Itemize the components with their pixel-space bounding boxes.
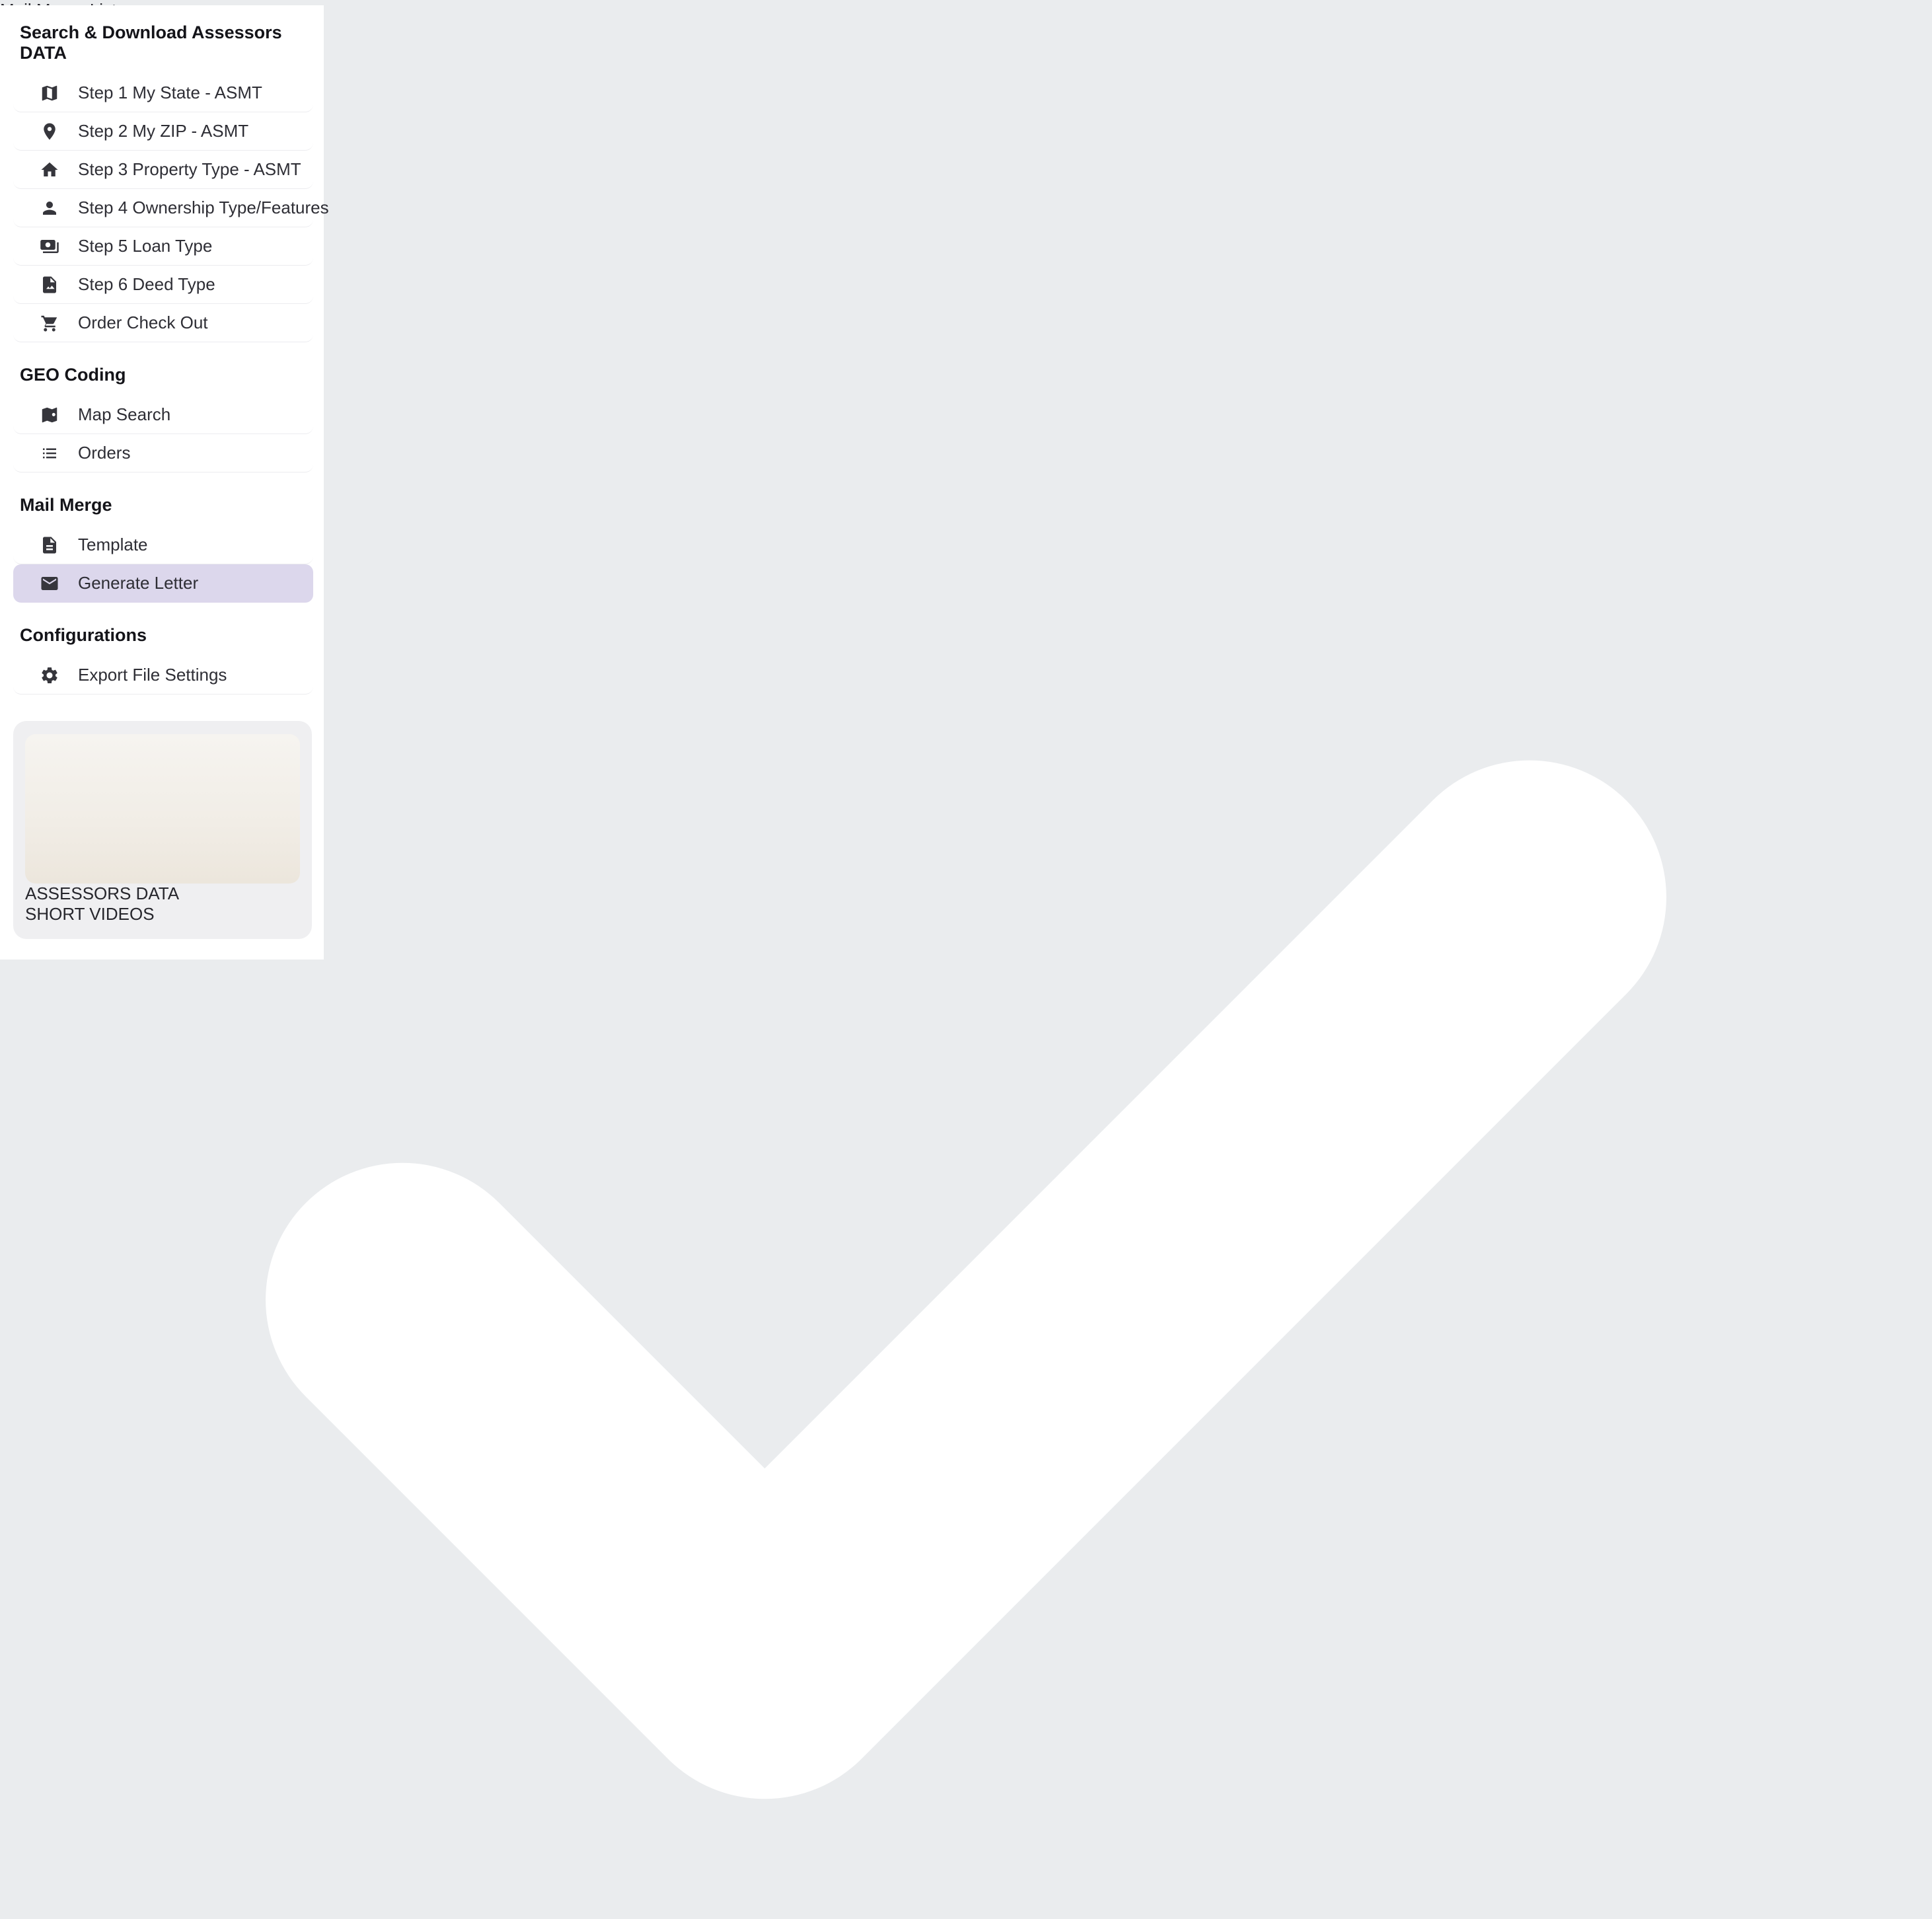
cart-icon <box>40 313 59 333</box>
sidebar-item-step-1-my-state-asmt[interactable]: Step 1 My State - ASMT <box>13 74 313 112</box>
sidebar-item-step-3-property-type-asmt[interactable]: Step 3 Property Type - ASMT <box>13 151 313 189</box>
map-search-icon <box>40 405 59 425</box>
video-thumbnail[interactable] <box>25 734 300 884</box>
section-title: Configurations <box>13 625 313 656</box>
deed-document-icon <box>40 275 59 295</box>
sidebar-item-label: Step 3 Property Type - ASMT <box>78 159 301 180</box>
sidebar-item-label: Orders <box>78 443 130 463</box>
location-pin-icon <box>40 122 59 141</box>
banknote-icon <box>40 237 59 256</box>
list-icon <box>40 443 59 463</box>
sidebar-item-step-2-my-zip-asmt[interactable]: Step 2 My ZIP - ASMT <box>13 112 313 151</box>
section-title: Search & Download Assessors DATA <box>13 22 313 74</box>
sidebar-item-label: Generate Letter <box>78 573 198 593</box>
sidebar: Search & Download Assessors DATA Step 1 M… <box>0 5 324 960</box>
sidebar-item-map-search[interactable]: Map Search <box>13 396 313 434</box>
sidebar-item-label: Export File Settings <box>78 665 227 685</box>
section-title: Mail Merge <box>13 495 313 526</box>
sidebar-item-template[interactable]: Template <box>13 526 313 564</box>
sidebar-item-label: Step 6 Deed Type <box>78 274 215 295</box>
person-icon <box>40 198 59 218</box>
envelope-icon <box>40 574 59 593</box>
sidebar-item-step-5-loan-type[interactable]: Step 5 Loan Type <box>13 227 313 266</box>
sidebar-item-label: Map Search <box>78 404 170 425</box>
sidebar-item-label: Template <box>78 535 148 555</box>
sidebar-item-label: Step 5 Loan Type <box>78 236 212 256</box>
sidebar-item-orders[interactable]: Orders <box>13 434 313 472</box>
home-icon <box>40 160 59 180</box>
sidebar-item-step-4-ownership-type-features[interactable]: Step 4 Ownership Type/Features <box>13 189 313 227</box>
sidebar-item-label: Step 2 My ZIP - ASMT <box>78 121 248 141</box>
sidebar-item-label: Order Check Out <box>78 313 208 333</box>
sidebar-item-step-6-deed-type[interactable]: Step 6 Deed Type <box>13 266 313 304</box>
sidebar-item-export-file-settings[interactable]: Export File Settings <box>13 656 313 695</box>
sidebar-item-label: Step 1 My State - ASMT <box>78 83 262 103</box>
sidebar-item-generate-letter[interactable]: Generate Letter <box>13 564 313 603</box>
video-subtitle: SHORT VIDEOS <box>25 904 300 924</box>
video-card[interactable]: ASSESSORS DATA SHORT VIDEOS <box>13 721 312 939</box>
map-icon <box>40 83 59 103</box>
sidebar-item-order-check-out[interactable]: Order Check Out <box>13 304 313 342</box>
video-floor <box>25 824 300 884</box>
sidebar-sections: Search & Download Assessors DATA Step 1 M… <box>13 22 313 695</box>
video-title: ASSESSORS DATA <box>25 884 300 904</box>
template-document-icon <box>40 535 59 555</box>
sidebar-item-label: Step 4 Ownership Type/Features <box>78 198 329 218</box>
gear-icon <box>40 665 59 685</box>
section-title: GEO Coding <box>13 365 313 396</box>
